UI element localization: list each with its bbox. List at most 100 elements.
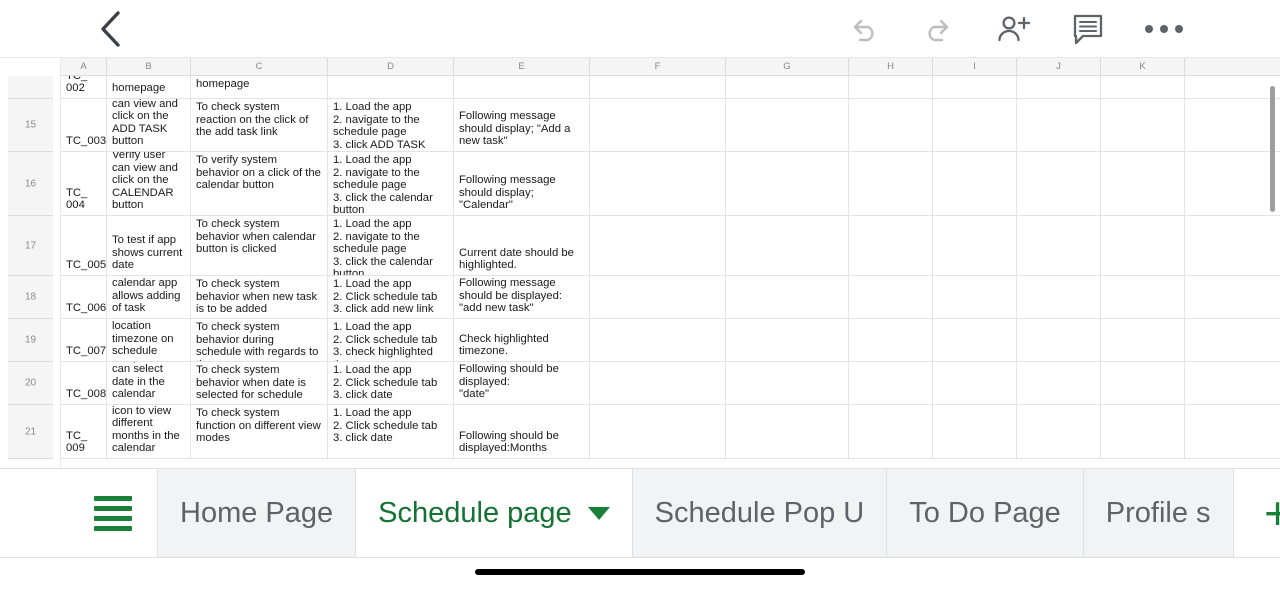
row-header-21[interactable]: 21	[8, 405, 53, 459]
cell-E15[interactable]: Following message should display; "Add a…	[454, 99, 590, 151]
cell-A[interactable]: TC_ 002	[61, 76, 107, 98]
cell-C18[interactable]: To check system behavior when new task i…	[191, 276, 328, 318]
cell-H18[interactable]	[849, 276, 933, 318]
cell-F21[interactable]	[590, 405, 726, 458]
more-options-button[interactable]	[1138, 6, 1190, 52]
cell-G20[interactable]	[726, 362, 849, 404]
redo-button[interactable]	[912, 6, 964, 52]
cell-A18[interactable]: TC_006	[61, 276, 107, 318]
cell-B20[interactable]: verify user can select date in the calen…	[107, 362, 191, 404]
cell-E18[interactable]: Following message should be displayed: "…	[454, 276, 590, 318]
cell-K20[interactable]	[1101, 362, 1185, 404]
cell-F18[interactable]	[590, 276, 726, 318]
cell-B15[interactable]: Verify user can view and click on the AD…	[107, 99, 191, 151]
cell-D21[interactable]: 1. Load the app 2. Click schedule tab 3.…	[328, 405, 454, 458]
table-row[interactable]: TC_003Verify user can view and click on …	[61, 99, 1280, 152]
grid-cells[interactable]: TC_ 002homepagehomepageTC_003Verify user…	[61, 76, 1280, 468]
cell-I20[interactable]	[933, 362, 1017, 404]
cell-H16[interactable]	[849, 152, 933, 215]
sheet-tab-to-do-page[interactable]: To Do Page	[887, 469, 1084, 557]
column-header-k[interactable]: K	[1101, 58, 1185, 75]
cell-K[interactable]	[1101, 76, 1185, 98]
cell-C17[interactable]: To check system behavior when calendar b…	[191, 216, 328, 275]
cell-E19[interactable]: Check highlighted timezone.	[454, 319, 590, 361]
cell-C21[interactable]: To check system function on different vi…	[191, 405, 328, 458]
cell-A17[interactable]: TC_005	[61, 216, 107, 275]
cell-J20[interactable]	[1017, 362, 1101, 404]
cell-D17[interactable]: 1. Load the app 2. navigate to the sched…	[328, 216, 454, 275]
undo-button[interactable]	[838, 6, 890, 52]
cell-B19[interactable]: To test if the calendar app follow a loc…	[107, 319, 191, 361]
cell-I16[interactable]	[933, 152, 1017, 215]
table-row[interactable]: TC_005 To test if app shows current date T…	[61, 216, 1280, 276]
cell-C[interactable]: homepage	[191, 76, 328, 98]
back-button[interactable]	[88, 6, 134, 52]
cell-J[interactable]	[1017, 76, 1101, 98]
cell-A16[interactable]: TC_ 004	[61, 152, 107, 215]
column-header-g[interactable]: G	[726, 58, 849, 75]
comment-button[interactable]	[1062, 6, 1114, 52]
cell-E16[interactable]: Following message should display; "Calen…	[454, 152, 590, 215]
cell-K16[interactable]	[1101, 152, 1185, 215]
cell-K15[interactable]	[1101, 99, 1185, 151]
table-row[interactable]: TC_006To test if calendar app allows add…	[61, 276, 1280, 319]
row-header-17[interactable]: 17	[8, 216, 53, 276]
row-header-18[interactable]: 18	[8, 276, 53, 319]
cell-D20[interactable]: 1. Load the app 2. Click schedule tab 3.…	[328, 362, 454, 404]
share-add-person-button[interactable]	[988, 6, 1040, 52]
cell-F15[interactable]	[590, 99, 726, 151]
add-sheet-button[interactable]: +	[1233, 469, 1280, 557]
column-header-b[interactable]: B	[107, 58, 191, 75]
table-row[interactable]: TC_ 002homepagehomepage	[61, 76, 1280, 99]
cell-B18[interactable]: To test if calendar app allows adding of…	[107, 276, 191, 318]
cell-H21[interactable]	[849, 405, 933, 458]
cell-I18[interactable]	[933, 276, 1017, 318]
column-header-h[interactable]: H	[849, 58, 933, 75]
cell-J15[interactable]	[1017, 99, 1101, 151]
cell-H17[interactable]	[849, 216, 933, 275]
vertical-scrollbar[interactable]	[1270, 86, 1275, 212]
cell-H20[interactable]	[849, 362, 933, 404]
spreadsheet-grid[interactable]: ABCDEFGHIJK 15161718192021 TC_ 002homepa…	[0, 58, 1280, 468]
cell-J18[interactable]	[1017, 276, 1101, 318]
row-header-partial[interactable]	[8, 76, 53, 99]
cell-H19[interactable]	[849, 319, 933, 361]
cell-D18[interactable]: 1. Load the app 2. Click schedule tab 3.…	[328, 276, 454, 318]
cell-A15[interactable]: TC_003	[61, 99, 107, 151]
cell-D15[interactable]: 1. Load the app 2. navigate to the sched…	[328, 99, 454, 151]
cell-F20[interactable]	[590, 362, 726, 404]
cell-J16[interactable]	[1017, 152, 1101, 215]
cell-H15[interactable]	[849, 99, 933, 151]
cell-E20[interactable]: Following should be displayed: "date"	[454, 362, 590, 404]
cell-B17[interactable]: To test if app shows current date	[107, 216, 191, 275]
cell-J21[interactable]	[1017, 405, 1101, 458]
cell-A19[interactable]: TC_007	[61, 319, 107, 361]
column-header-c[interactable]: C	[191, 58, 328, 75]
cell-F16[interactable]	[590, 152, 726, 215]
cell-C20[interactable]: To check system behavior when date is se…	[191, 362, 328, 404]
column-header-d[interactable]: D	[328, 58, 454, 75]
sheet-tab-profile-s[interactable]: Profile s	[1083, 469, 1234, 557]
cell-G18[interactable]	[726, 276, 849, 318]
sheet-tab-home-page[interactable]: Home Page	[158, 469, 357, 557]
cell-B16[interactable]: Verify user can view and click on the CA…	[107, 152, 191, 215]
cell-J19[interactable]	[1017, 319, 1101, 361]
row-header-20[interactable]: 20	[8, 362, 53, 405]
cell-A21[interactable]: TC_ 009	[61, 405, 107, 458]
table-row[interactable]: TC_ 004 Verify user can view and click on…	[61, 152, 1280, 216]
sheet-tab-schedule-page[interactable]: Schedule page	[356, 469, 633, 557]
column-header-e[interactable]: E	[454, 58, 590, 75]
cell-K17[interactable]	[1101, 216, 1185, 275]
row-header-19[interactable]: 19	[8, 319, 53, 362]
column-header-f[interactable]: F	[590, 58, 726, 75]
table-row[interactable]: TC_ 009Verify user can use the left and …	[61, 405, 1280, 459]
cell-D19[interactable]: 1. Load the app 2. Click schedule tab 3.…	[328, 319, 454, 361]
cell-K19[interactable]	[1101, 319, 1185, 361]
cell-A20[interactable]: TC_008	[61, 362, 107, 404]
cell-B[interactable]: homepage	[107, 76, 191, 98]
chevron-down-icon[interactable]	[587, 506, 610, 520]
cell-J17[interactable]	[1017, 216, 1101, 275]
row-header-16[interactable]: 16	[8, 152, 53, 216]
cell-I15[interactable]	[933, 99, 1017, 151]
cell-F[interactable]	[590, 76, 726, 98]
